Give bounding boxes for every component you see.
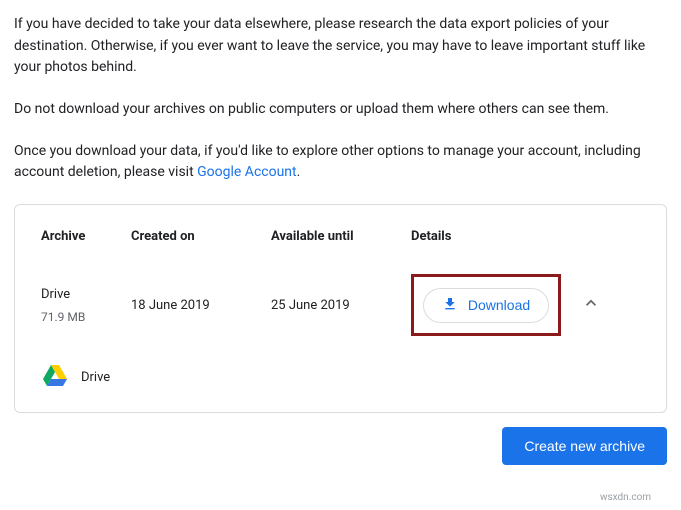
- watermark: wsxdn.com: [600, 492, 651, 503]
- expanded-service-label: Drive: [81, 370, 110, 385]
- intro-text: If you have decided to take your data el…: [14, 14, 667, 184]
- table-header: Archive Created on Available until Detai…: [41, 215, 640, 256]
- col-created: Created on: [131, 229, 271, 244]
- download-label: Download: [468, 297, 530, 313]
- drive-icon: [43, 364, 67, 390]
- archive-cell: Drive 71.9 MB: [41, 287, 131, 324]
- intro-p1: If you have decided to take your data el…: [14, 14, 667, 79]
- details-cell: Download: [411, 274, 561, 336]
- expand-cell: [561, 293, 601, 317]
- archive-size: 71.9 MB: [41, 310, 131, 324]
- available-cell: 25 June 2019: [271, 298, 411, 313]
- archive-name: Drive: [41, 287, 131, 302]
- download-button[interactable]: Download: [423, 288, 549, 323]
- col-details: Details: [411, 229, 561, 244]
- archive-card: Archive Created on Available until Detai…: [14, 204, 667, 413]
- intro-p3: Once you download your data, if you'd li…: [14, 141, 667, 184]
- created-cell: 18 June 2019: [131, 298, 271, 313]
- intro-p3-pre: Once you download your data, if you'd li…: [14, 143, 641, 181]
- table-row: Drive 71.9 MB 18 June 2019 25 June 2019 …: [41, 256, 640, 354]
- col-archive: Archive: [41, 229, 131, 244]
- google-account-link[interactable]: Google Account: [197, 164, 296, 180]
- intro-p2: Do not download your archives on public …: [14, 99, 667, 121]
- chevron-up-icon[interactable]: [581, 293, 601, 317]
- footer: Create new archive: [14, 427, 667, 465]
- col-available: Available until: [271, 229, 411, 244]
- download-icon: [442, 296, 458, 315]
- create-new-archive-button[interactable]: Create new archive: [502, 427, 667, 465]
- intro-p3-post: .: [297, 164, 301, 180]
- expanded-service-row: Drive: [41, 354, 640, 394]
